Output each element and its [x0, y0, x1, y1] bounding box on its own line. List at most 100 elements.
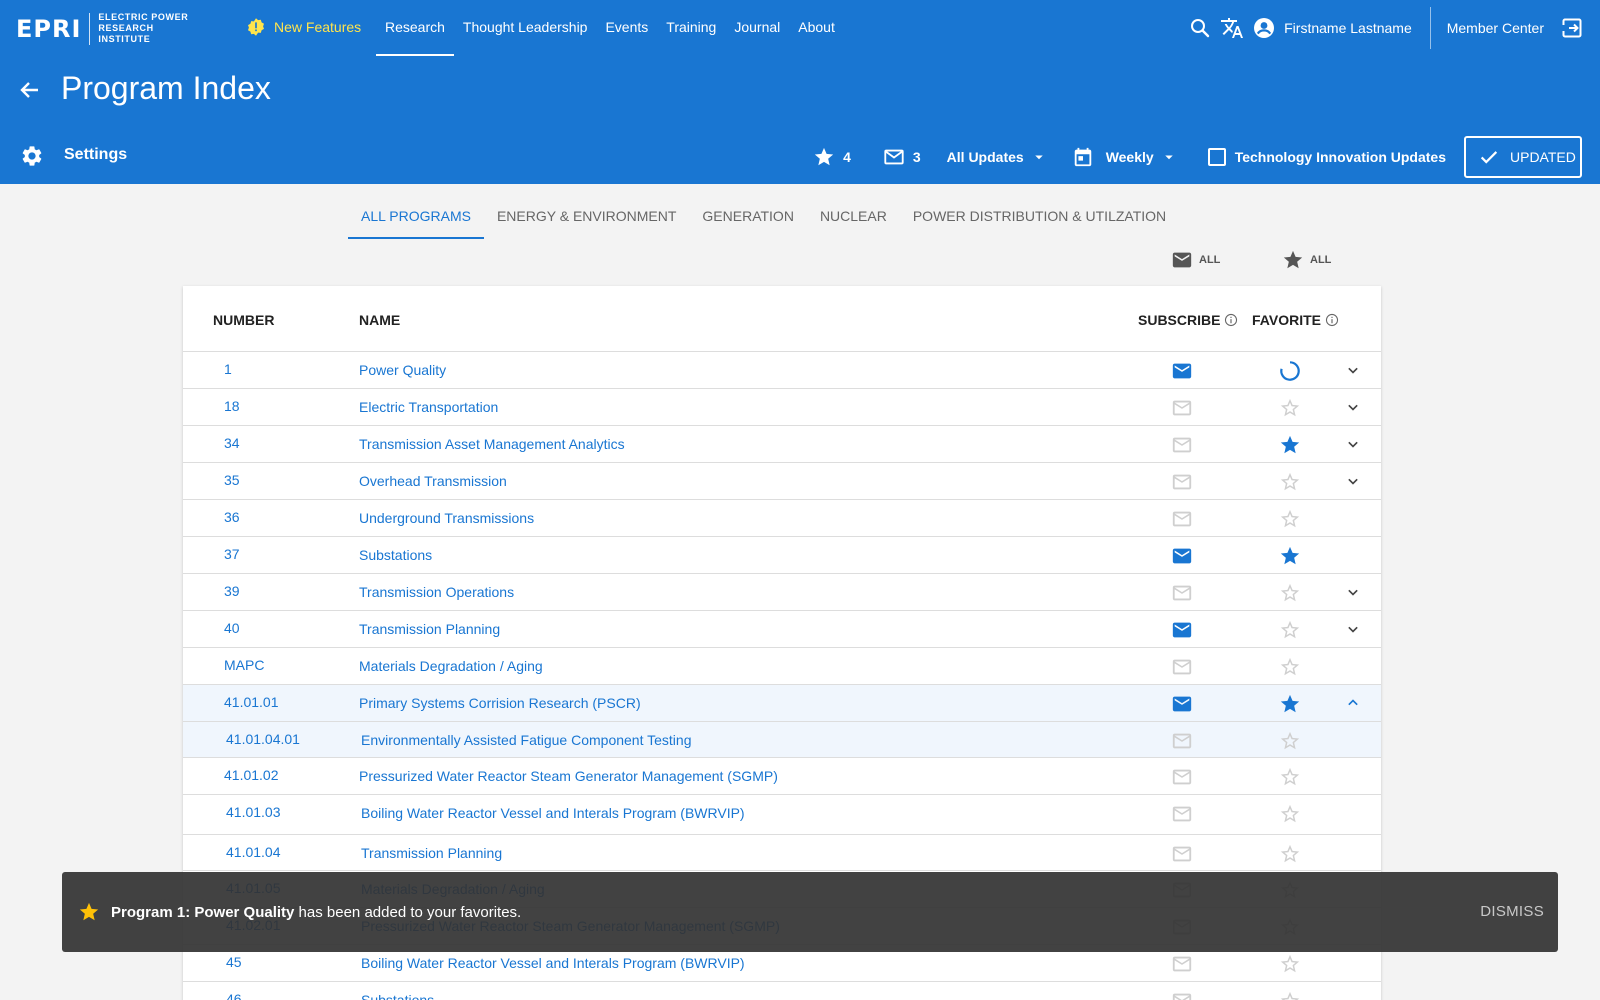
account-icon[interactable] [1252, 16, 1276, 40]
search-icon[interactable] [1188, 16, 1212, 40]
column-name[interactable]: NAME [359, 312, 400, 328]
table-row[interactable]: 41.01.04 Transmission Planning [183, 835, 1381, 871]
table-row[interactable]: 46 Substations [183, 982, 1381, 1000]
program-name-link[interactable]: Pressurized Water Reactor Steam Generato… [359, 768, 778, 784]
table-row[interactable]: 41.01.04.01 Environmentally Assisted Fati… [183, 722, 1381, 758]
gear-icon[interactable] [20, 144, 44, 168]
table-row[interactable]: 35 Overhead Transmission [183, 463, 1381, 500]
program-number[interactable]: 45 [226, 954, 242, 970]
table-row[interactable]: 40 Transmission Planning [183, 611, 1381, 648]
nav-thought-leadership[interactable]: Thought Leadership [454, 0, 597, 56]
favorite-star-icon[interactable] [1279, 508, 1301, 530]
program-number[interactable]: 1 [224, 361, 232, 377]
table-row[interactable]: 41.01.03 Boiling Water Reactor Vessel and… [183, 795, 1381, 835]
table-row[interactable]: 36 Underground Transmissions [183, 500, 1381, 537]
subscribe-mail-icon[interactable] [1171, 471, 1193, 493]
program-name-link[interactable]: Substations [361, 992, 434, 1000]
caret-down-icon[interactable] [1160, 148, 1178, 166]
subscribe-all-button[interactable]: ALL [1171, 249, 1220, 271]
favorited-star-icon[interactable] [1279, 693, 1301, 715]
tab-nuclear[interactable]: NUCLEAR [807, 194, 900, 239]
subscribed-mail-icon[interactable] [1171, 545, 1193, 567]
subscribed-mail-icon[interactable] [1171, 619, 1193, 641]
table-row[interactable]: 41.01.02 Pressurized Water Reactor Steam … [183, 758, 1381, 795]
program-number[interactable]: 18 [224, 398, 240, 414]
epri-logo[interactable]: EPRI ELECTRIC POWER RESEARCH INSTITUTE [16, 12, 202, 45]
chevron-down-icon[interactable] [1343, 471, 1363, 491]
info-icon[interactable] [1325, 313, 1339, 327]
table-row[interactable]: 34 Transmission Asset Management Analytic… [183, 426, 1381, 463]
program-number[interactable]: 41.01.02 [224, 767, 279, 783]
chevron-down-icon[interactable] [1343, 619, 1363, 639]
program-number[interactable]: 41.01.04 [226, 844, 281, 860]
program-number[interactable]: MAPC [224, 657, 264, 673]
frequency-select[interactable]: Weekly [1106, 149, 1154, 165]
favorite-star-icon[interactable] [1279, 656, 1301, 678]
chevron-up-icon[interactable] [1343, 693, 1363, 713]
column-number[interactable]: NUMBER [213, 312, 274, 328]
favorite-all-button[interactable]: ALL [1282, 249, 1331, 271]
program-name-link[interactable]: Materials Degradation / Aging [359, 658, 543, 674]
chevron-down-icon[interactable] [1343, 434, 1363, 454]
subscribe-mail-icon[interactable] [1171, 656, 1193, 678]
program-name-link[interactable]: Boiling Water Reactor Vessel and Interal… [361, 955, 745, 971]
subscribe-mail-icon[interactable] [1171, 582, 1193, 604]
program-number[interactable]: 36 [224, 509, 240, 525]
program-number[interactable]: 37 [224, 546, 240, 562]
program-number[interactable]: 41.01.01 [224, 694, 279, 710]
favorite-star-icon[interactable] [1279, 730, 1301, 752]
caret-down-icon[interactable] [1030, 148, 1048, 166]
program-name-link[interactable]: Boiling Water Reactor Vessel and Interal… [361, 805, 745, 821]
logout-icon[interactable] [1560, 16, 1584, 40]
subscribe-mail-icon[interactable] [1171, 434, 1193, 456]
info-icon[interactable] [1224, 313, 1238, 327]
program-name-link[interactable]: Electric Transportation [359, 399, 498, 415]
nav-research[interactable]: Research [376, 0, 454, 56]
subscribe-mail-icon[interactable] [1171, 953, 1193, 975]
tab-all-programs[interactable]: ALL PROGRAMS [348, 194, 484, 239]
subscribe-mail-icon[interactable] [1171, 397, 1193, 419]
translate-icon[interactable] [1220, 16, 1244, 40]
favorited-star-icon[interactable] [1279, 434, 1301, 456]
updates-filter-select[interactable]: All Updates [947, 149, 1024, 165]
subscribe-mail-icon[interactable] [1171, 803, 1193, 825]
nav-training[interactable]: Training [657, 0, 725, 56]
nav-events[interactable]: Events [596, 0, 657, 56]
program-name-link[interactable]: Transmission Operations [359, 584, 514, 600]
dismiss-button[interactable]: DISMISS [1480, 903, 1544, 920]
table-row[interactable]: 18 Electric Transportation [183, 389, 1381, 426]
tab-energy-environment[interactable]: ENERGY & ENVIRONMENT [484, 194, 689, 239]
favorite-star-icon[interactable] [1279, 619, 1301, 641]
program-number[interactable]: 41.01.03 [226, 804, 281, 820]
subscribe-mail-icon[interactable] [1171, 843, 1193, 865]
program-name-link[interactable]: Transmission Asset Management Analytics [359, 436, 625, 452]
table-row[interactable]: MAPC Materials Degradation / Aging [183, 648, 1381, 685]
tech-innovation-label[interactable]: Technology Innovation Updates [1235, 149, 1446, 165]
new-features-link[interactable]: New Features [246, 17, 361, 37]
user-name[interactable]: Firstname Lastname [1284, 20, 1412, 36]
program-name-link[interactable]: Underground Transmissions [359, 510, 534, 526]
program-name-link[interactable]: Primary Systems Corrision Research (PSCR… [359, 695, 641, 711]
settings-label[interactable]: Settings [64, 146, 127, 164]
program-number[interactable]: 40 [224, 620, 240, 636]
program-name-link[interactable]: Transmission Planning [361, 845, 502, 861]
subscribe-mail-icon[interactable] [1171, 766, 1193, 788]
chevron-down-icon[interactable] [1343, 360, 1363, 380]
subscribed-mail-icon[interactable] [1171, 360, 1193, 382]
program-number[interactable]: 35 [224, 472, 240, 488]
favorite-star-icon[interactable] [1279, 471, 1301, 493]
tab-generation[interactable]: GENERATION [689, 194, 807, 239]
subscribe-mail-icon[interactable] [1171, 730, 1193, 752]
program-name-link[interactable]: Power Quality [359, 362, 446, 378]
back-arrow-icon[interactable] [18, 78, 42, 102]
favorite-star-icon[interactable] [1279, 803, 1301, 825]
favorite-star-icon[interactable] [1279, 953, 1301, 975]
program-name-link[interactable]: Substations [359, 547, 432, 563]
program-name-link[interactable]: Transmission Planning [359, 621, 500, 637]
tech-innovation-checkbox[interactable] [1207, 148, 1226, 166]
chevron-down-icon[interactable] [1343, 582, 1363, 602]
subscribe-mail-icon[interactable] [1171, 990, 1193, 1000]
subscribe-mail-icon[interactable] [1171, 508, 1193, 530]
program-number[interactable]: 41.01.04.01 [226, 731, 300, 747]
program-name-link[interactable]: Environmentally Assisted Fatigue Compone… [361, 732, 691, 748]
